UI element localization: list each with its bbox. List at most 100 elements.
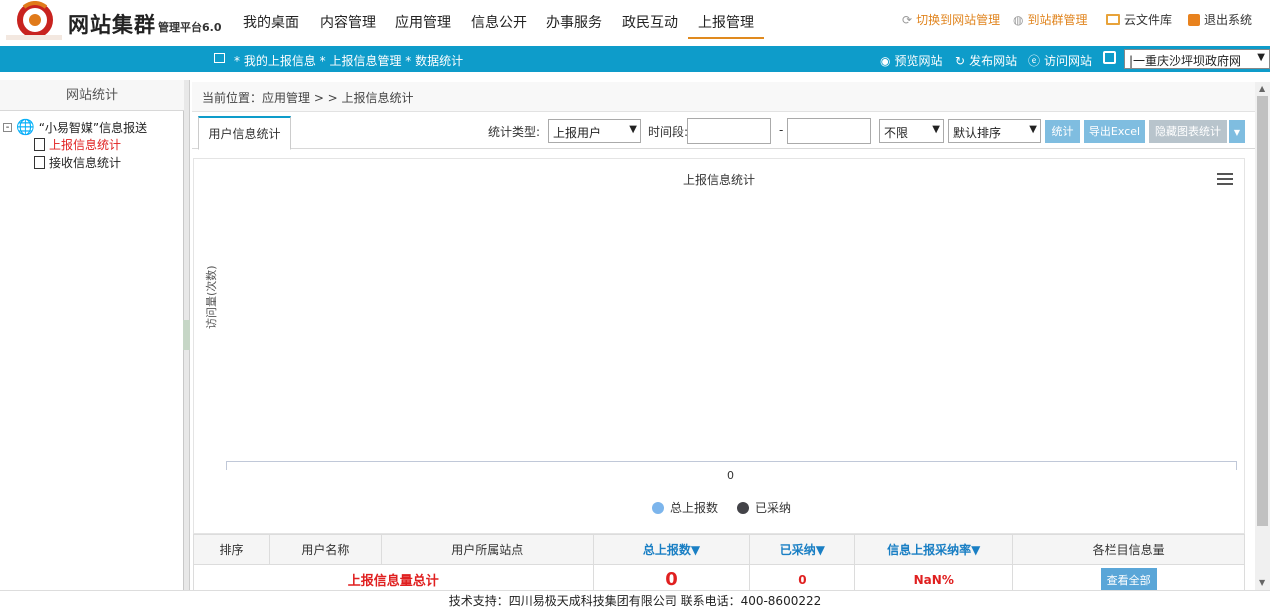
legend-label: 已采纳	[755, 501, 792, 515]
chart-menu-icon[interactable]	[1217, 173, 1233, 187]
visit-site-button[interactable]: ⓔ 访问网站	[1028, 52, 1092, 69]
toolbar: * 我的上报信息 * 上报信息管理 * 数据统计 ◉ 预览网站 ↻ 发布网站 ⓔ…	[0, 46, 1270, 72]
vertical-scrollbar[interactable]: ▲ ▼	[1255, 82, 1270, 590]
globe-icon: 🌐	[16, 118, 35, 136]
site-select-value: |一重庆沙坪坝政府网	[1129, 54, 1242, 68]
chevron-down-icon: ▼	[1233, 128, 1241, 137]
nav-services[interactable]: 办事服务	[546, 12, 602, 32]
col-user-name: 用户名称	[268, 534, 382, 565]
legend-label: 总上报数	[670, 501, 719, 515]
preview-site-button[interactable]: ◉ 预览网站	[880, 52, 943, 69]
collapse-icon[interactable]: -	[3, 122, 12, 132]
switch-site-label: 切换到网站管理	[916, 13, 1001, 27]
date-separator: -	[779, 123, 784, 137]
sidebar-item-label: 接收信息统计	[49, 156, 122, 170]
toolbar-breadcrumb[interactable]: * 我的上报信息 * 上报信息管理 * 数据统计	[234, 52, 463, 69]
stat-button[interactable]: 统计	[1045, 120, 1080, 143]
legend-adopted[interactable]: 已采纳	[737, 499, 791, 516]
chevron-down-icon: ▼	[1029, 124, 1037, 135]
sidebar: 网站统计 - 🌐 “小易智媒”信息报送 上报信息统计 接收信息统计	[0, 80, 184, 590]
cloud-label: 云文件库	[1124, 13, 1173, 27]
site-select[interactable]: |一重庆沙坪坝政府网 ▼	[1124, 49, 1270, 69]
logout-label: 退出系统	[1204, 13, 1253, 27]
document-icon	[34, 156, 45, 169]
hide-chart-button[interactable]: 隐藏图表统计	[1149, 120, 1227, 143]
col-user-site: 用户所属站点	[380, 534, 594, 565]
chart-title: 上报信息统计	[682, 173, 755, 187]
ie-icon: ⓔ	[1028, 54, 1041, 68]
chart-x-axis	[226, 461, 1237, 462]
sidebar-item-receive-stats[interactable]: 接收信息统计	[34, 154, 121, 171]
publish-site-button[interactable]: ↻ 发布网站	[955, 52, 1017, 69]
table-header-row: 排序 用户名称 用户所属站点 总上报数▼ 已采纳▼ 信息上报采纳率▼ 各栏目信息…	[193, 534, 1245, 565]
refresh-icon: ⟳	[902, 12, 913, 27]
collapse-handle[interactable]	[183, 320, 190, 350]
chart-tick-right	[1236, 461, 1237, 470]
scroll-down-icon[interactable]: ▼	[1259, 578, 1265, 587]
logo	[6, 1, 62, 40]
sort-select[interactable]: 默认排序 ▼	[948, 119, 1041, 143]
nav-info-public[interactable]: 信息公开	[471, 12, 527, 32]
nav-desktop[interactable]: 我的桌面	[243, 12, 299, 32]
cluster-link[interactable]: ◍ 到站群管理	[1013, 11, 1088, 28]
logout-icon	[1188, 13, 1200, 26]
folder-icon	[1106, 14, 1120, 25]
chevron-down-icon: ▼	[629, 124, 637, 135]
range-select[interactable]: 不限 ▼	[879, 119, 944, 143]
stat-type-select[interactable]: 上报用户 ▼	[548, 119, 641, 143]
nav-apps[interactable]: 应用管理	[395, 12, 451, 32]
dropdown-arrow-button[interactable]: ▼	[1229, 120, 1245, 143]
nav-interaction[interactable]: 政民互动	[622, 12, 678, 32]
tree-root[interactable]: - 🌐 “小易智媒”信息报送	[3, 118, 147, 136]
filter-bar: 用户信息统计 统计类型: 上报用户 ▼ 时间段: - 不限 ▼ 默认排序 ▼ 统…	[192, 113, 1255, 150]
legend-total-reports[interactable]: 总上报数	[652, 499, 718, 516]
switch-site-link[interactable]: ⟳ 切换到网站管理	[902, 11, 1000, 28]
document-icon	[34, 138, 45, 151]
stats-table: 排序 用户名称 用户所属站点 总上报数▼ 已采纳▼ 信息上报采纳率▼ 各栏目信息…	[193, 534, 1245, 595]
chevron-down-icon: ▼	[1257, 52, 1265, 63]
preview-label: 预览网站	[894, 54, 943, 68]
checkbox-icon	[214, 53, 225, 63]
export-excel-button[interactable]: 导出Excel	[1084, 120, 1145, 143]
sidebar-item-label: 上报信息统计	[49, 138, 122, 152]
nav-report[interactable]: 上报管理	[688, 12, 764, 39]
brand-name: 网站集群	[68, 13, 156, 37]
tree-root-label: “小易智媒”信息报送	[38, 120, 148, 135]
cloud-files-link[interactable]: 云文件库	[1106, 11, 1172, 28]
col-adoption-rate[interactable]: 信息上报采纳率▼	[854, 534, 1014, 565]
breadcrumb: 当前位置：应用管理 > > 上报信息统计	[192, 82, 1255, 112]
scroll-thumb[interactable]	[1257, 96, 1268, 526]
chart-x-tick-label: 0	[727, 469, 734, 482]
col-adopted[interactable]: 已采纳▼	[749, 534, 856, 565]
sidebar-item-report-stats[interactable]: 上报信息统计	[34, 136, 121, 153]
top-bar: 网站集群 管理平台6.0 我的桌面 内容管理 应用管理 信息公开 办事服务 政民…	[0, 0, 1270, 46]
footer: 技术支持：四川易极天成科技集团有限公司 联系电话：400-8600222	[0, 590, 1270, 611]
col-rank: 排序	[193, 534, 270, 565]
chevron-down-icon: ▼	[932, 124, 940, 135]
logout-link[interactable]: 退出系统	[1188, 11, 1252, 28]
sort-value: 默认排序	[953, 126, 1002, 140]
globe-icon: ◍	[1013, 12, 1024, 27]
tab-user-stats[interactable]: 用户信息统计	[198, 116, 291, 150]
period-label: 时间段:	[648, 125, 689, 139]
chart-y-label: 访问量(次数)	[205, 265, 218, 329]
col-total-reports[interactable]: 总上报数▼	[592, 534, 751, 565]
legend-dot	[737, 501, 749, 514]
cluster-label: 到站群管理	[1027, 13, 1088, 27]
visit-label: 访问网站	[1044, 54, 1093, 68]
end-date-input[interactable]	[787, 118, 871, 144]
chart-tick-left	[226, 461, 227, 470]
eye-icon: ◉	[880, 53, 891, 68]
window-icon	[1103, 51, 1116, 64]
col-column-info: 各栏目信息量	[1012, 534, 1245, 565]
start-date-input[interactable]	[687, 118, 771, 144]
brand-subtitle: 管理平台6.0	[158, 21, 222, 34]
nav-content[interactable]: 内容管理	[320, 12, 376, 32]
stat-type-label: 统计类型:	[488, 125, 541, 139]
view-all-button[interactable]: 查看全部	[1100, 567, 1157, 592]
range-value: 不限	[884, 126, 909, 140]
publish-label: 发布网站	[969, 54, 1018, 68]
scroll-up-icon[interactable]: ▲	[1259, 84, 1265, 93]
legend-dot	[652, 501, 664, 514]
chart-area: 上报信息统计 访问量(次数) 0 总上报数 已采纳	[193, 158, 1245, 534]
